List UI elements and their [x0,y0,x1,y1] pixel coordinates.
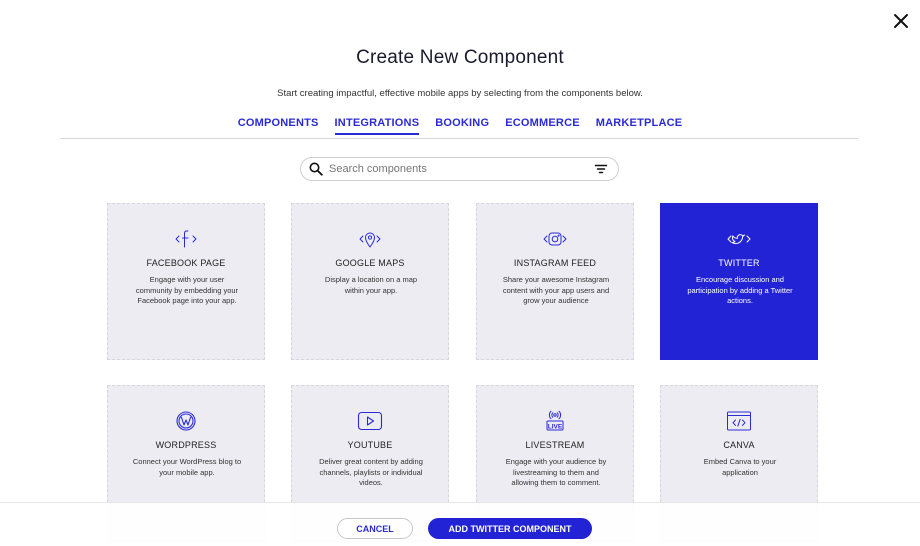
card-description: Engage with your audience by livestreami… [505,457,607,487]
component-card-instagram-feed[interactable]: INSTAGRAM FEED Share your awesome Instag… [476,203,634,360]
instagram-icon [477,228,633,250]
search-bar [300,157,619,181]
card-description: Connect your WordPress blog to your mobi… [132,457,242,477]
wordpress-icon [108,410,264,432]
canva-icon [661,410,817,432]
livestream-icon: LIVE [477,410,633,432]
tab-marketplace[interactable]: MARKETPLACE [596,117,683,135]
card-description: Display a location on a map within your … [324,275,418,295]
dialog-subtitle: Start creating impactful, effective mobi… [277,88,643,99]
cancel-button[interactable]: CANCEL [337,518,413,539]
filter-icon[interactable] [594,162,608,176]
dialog-footer: CANCEL ADD TWITTER COMPONENT [0,502,920,546]
card-title: GOOGLE MAPS [335,258,405,268]
close-button[interactable] [890,10,912,32]
tab-integrations[interactable]: INTEGRATIONS [334,117,420,135]
component-card-twitter[interactable]: TWITTER Encourage discussion and partici… [660,203,818,360]
category-tabs: COMPONENTS INTEGRATIONS BOOKING ECOMMERC… [0,117,920,135]
search-input[interactable] [329,163,594,175]
card-title: WORDPRESS [155,440,217,450]
component-card-facebook-page[interactable]: FACEBOOK PAGE Engage with your user comm… [107,203,265,360]
search-icon [309,162,323,176]
card-title: INSTAGRAM FEED [513,258,597,268]
card-description: Engage with your user community by embed… [135,275,239,305]
close-icon [894,14,908,28]
tab-booking[interactable]: BOOKING [435,117,489,135]
card-title: FACEBOOK PAGE [146,258,226,268]
svg-text:LIVE: LIVE [548,423,563,430]
card-description: Embed Canva to your application [703,457,777,477]
tab-components[interactable]: COMPONENTS [238,117,319,135]
youtube-icon [292,410,448,432]
add-component-button[interactable]: ADD TWITTER COMPONENT [428,518,592,539]
twitter-icon [661,228,817,250]
card-title: TWITTER [718,258,760,268]
card-description: Share your awesome Instagram content wit… [502,275,610,305]
facebook-icon [108,228,264,250]
card-title: CANVA [723,440,755,450]
card-description: Encourage discussion and participation b… [687,275,793,305]
tab-ecommerce[interactable]: ECOMMERCE [505,117,580,135]
card-title: LIVESTREAM [525,440,585,450]
card-description: Deliver great content by adding channels… [319,457,423,487]
tabs-divider [60,138,858,139]
dialog-title: Create New Component [356,47,564,68]
component-card-google-maps[interactable]: GOOGLE MAPS Display a location on a map … [291,203,449,360]
card-title: YOUTUBE [347,440,393,450]
map-pin-icon [292,228,448,250]
